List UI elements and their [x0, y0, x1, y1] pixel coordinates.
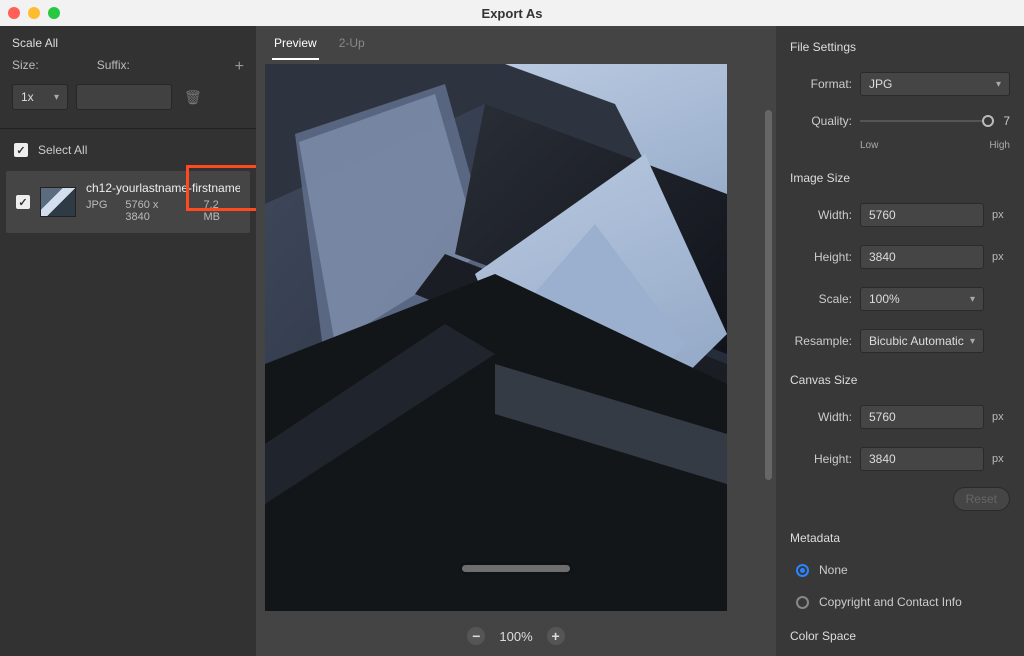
asset-dimensions: 5760 x 3840	[125, 199, 185, 223]
quality-slider[interactable]	[860, 120, 988, 122]
quality-label: Quality:	[790, 114, 852, 128]
preview-panel: Preview 2-Up	[256, 26, 776, 656]
size-dropdown[interactable]: 1x ▾	[12, 84, 68, 110]
zoom-value: 100%	[499, 629, 532, 644]
preview-canvas[interactable]	[265, 64, 727, 611]
px-unit: px	[992, 209, 1010, 221]
zoom-in-button[interactable]: +	[547, 627, 565, 645]
asset-format: JPG	[86, 199, 107, 223]
select-all-checkbox[interactable]	[14, 143, 28, 157]
metadata-contact-label: Copyright and Contact Info	[819, 595, 962, 609]
chevron-down-icon: ▾	[54, 92, 59, 103]
asset-filesize: 7.2 MB	[203, 199, 240, 223]
px-unit: px	[992, 411, 1010, 423]
tab-preview[interactable]: Preview	[272, 28, 319, 60]
height-label: Height:	[790, 250, 852, 264]
quality-low-label: Low	[860, 140, 878, 151]
metadata-none-radio[interactable]	[796, 564, 809, 577]
suffix-input[interactable]	[76, 84, 172, 110]
resample-dropdown[interactable]: Bicubic Automatic ▾	[860, 329, 984, 353]
size-label: Size:	[12, 58, 39, 76]
px-unit: px	[992, 453, 1010, 465]
tab-2up[interactable]: 2-Up	[337, 28, 367, 60]
format-dropdown[interactable]: JPG ▾	[860, 72, 1010, 96]
scale-dropdown[interactable]: 100% ▾	[860, 287, 984, 311]
vertical-scrollbar[interactable]	[765, 110, 772, 480]
asset-row[interactable]: ch12-yourlastname-firstname JPG 5760 x 3…	[6, 171, 250, 233]
select-all-label: Select All	[38, 143, 87, 157]
canvas-height-input[interactable]: 3840	[860, 447, 984, 471]
asset-checkbox[interactable]	[16, 195, 30, 209]
quality-value: 7	[996, 114, 1010, 128]
resample-value: Bicubic Automatic	[869, 334, 964, 348]
trash-icon[interactable]: 🗑	[184, 89, 202, 106]
add-size-icon[interactable]: +	[235, 58, 244, 76]
zoom-out-button[interactable]: −	[467, 627, 485, 645]
window-title: Export As	[0, 6, 1024, 21]
metadata-header: Metadata	[790, 531, 1010, 545]
px-unit: px	[992, 251, 1010, 263]
color-space-header: Color Space	[790, 629, 1010, 643]
chevron-down-icon: ▾	[970, 336, 975, 347]
settings-panel: File Settings Format: JPG ▾ Quality: 7 L…	[776, 26, 1024, 656]
metadata-contact-radio[interactable]	[796, 596, 809, 609]
suffix-label: Suffix:	[97, 58, 130, 76]
file-settings-header: File Settings	[790, 40, 1010, 54]
chevron-down-icon: ▾	[996, 79, 1001, 90]
quality-high-label: High	[989, 140, 1010, 151]
image-size-header: Image Size	[790, 171, 1010, 185]
chevron-down-icon: ▾	[970, 294, 975, 305]
format-label: Format:	[790, 77, 852, 91]
height-input[interactable]: 3840	[860, 245, 984, 269]
metadata-none-label: None	[819, 563, 848, 577]
scale-label: Scale:	[790, 292, 852, 306]
title-bar: Export As	[0, 0, 1024, 26]
canvas-height-label: Height:	[790, 452, 852, 466]
scale-all-label: Scale All	[12, 36, 58, 50]
canvas-width-input[interactable]: 5760	[860, 405, 984, 429]
slider-knob[interactable]	[982, 115, 994, 127]
canvas-size-header: Canvas Size	[790, 373, 1010, 387]
asset-filename: ch12-yourlastname-firstname	[86, 181, 240, 195]
assets-sidebar: Scale All Size: Suffix: + 1x ▾ 🗑 Select …	[0, 26, 256, 656]
width-input[interactable]: 5760	[860, 203, 984, 227]
size-value: 1x	[21, 90, 34, 104]
format-value: JPG	[869, 77, 892, 91]
asset-thumbnail	[40, 187, 76, 217]
width-label: Width:	[790, 208, 852, 222]
scale-value: 100%	[869, 292, 900, 306]
horizontal-scrollbar[interactable]	[462, 565, 570, 572]
canvas-width-label: Width:	[790, 410, 852, 424]
reset-button[interactable]: Reset	[953, 487, 1010, 511]
resample-label: Resample:	[790, 334, 852, 348]
